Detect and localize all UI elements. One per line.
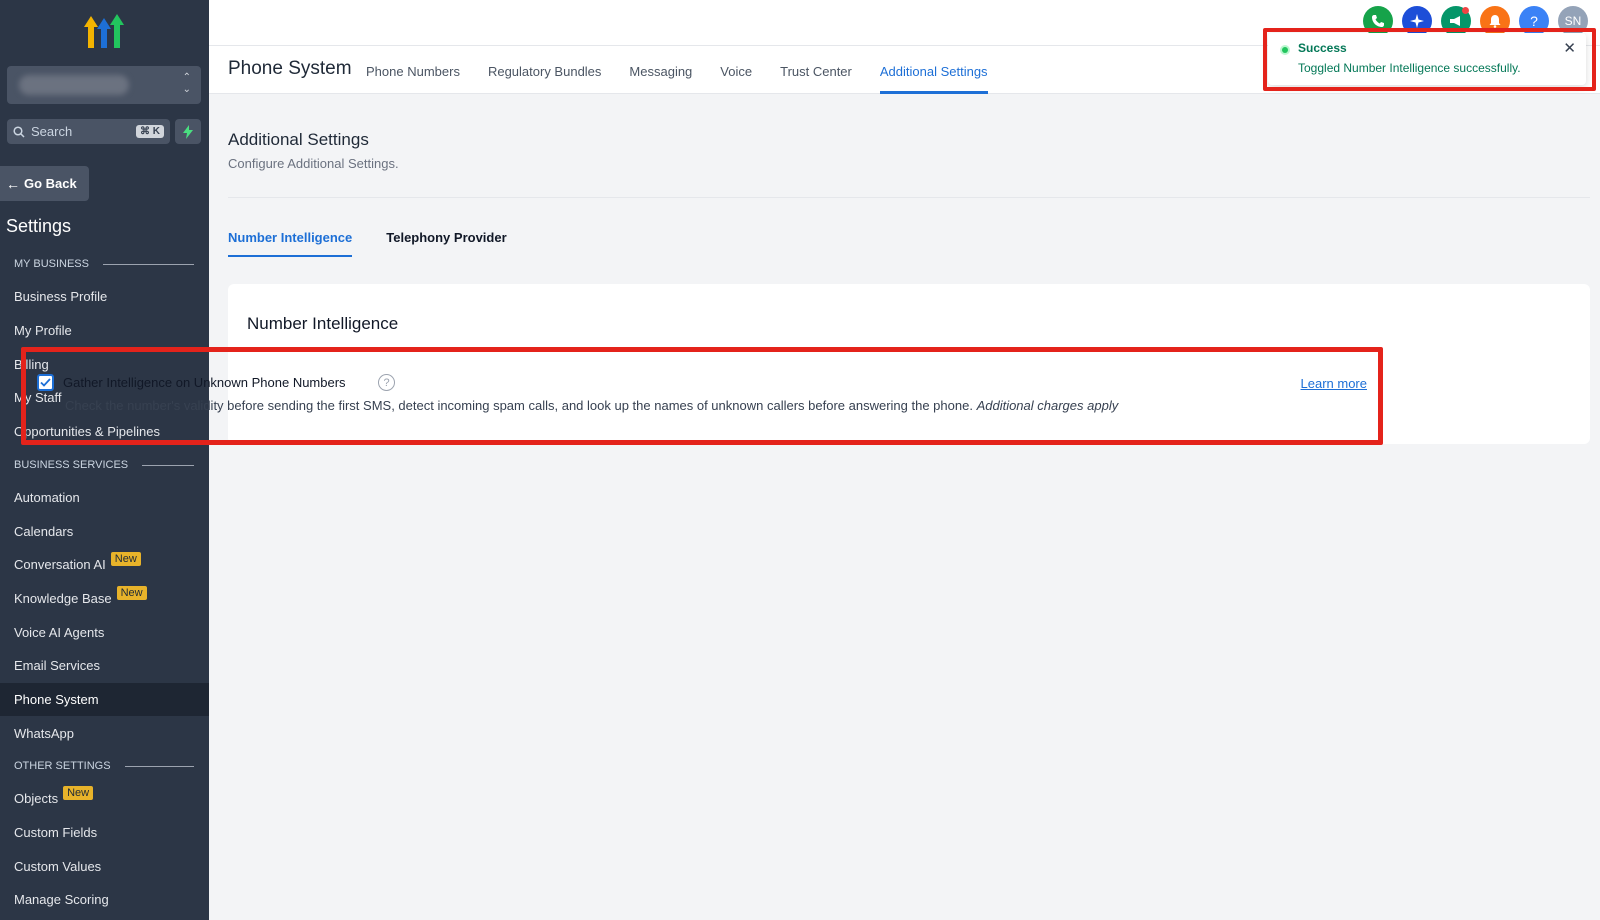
divider	[228, 197, 1590, 198]
avatar-initials: SN	[1564, 14, 1582, 28]
checkmark-icon	[40, 378, 51, 387]
setting-description: Check the number's validity before sendi…	[65, 398, 1118, 413]
sidebar: ⌃ ⌄ Search ⌘ K ← Go Back Settings MY BUSI…	[0, 0, 209, 920]
sidebar-item-label: Calendars	[14, 524, 74, 539]
phone-icon[interactable]	[1363, 6, 1393, 36]
sidebar-title: Settings	[6, 216, 72, 236]
sidebar-item-label: Voice AI Agents	[14, 625, 105, 640]
tab-phone-numbers[interactable]: Phone Numbers	[366, 53, 460, 94]
logo[interactable]	[84, 14, 124, 50]
sidebar-item-business-profile[interactable]: Business Profile	[0, 280, 209, 313]
tab-regulatory-bundles[interactable]: Regulatory Bundles	[488, 53, 601, 94]
tab-additional-settings[interactable]: Additional Settings	[879, 53, 988, 94]
quick-action-button[interactable]	[175, 119, 201, 144]
section-subtitle: Configure Additional Settings.	[228, 156, 399, 171]
section-other-settings: OTHER SETTINGS	[14, 760, 194, 772]
sidebar-item-custom-fields[interactable]: Custom Fields	[0, 816, 209, 849]
sidebar-item-label: Manage Scoring	[14, 892, 109, 907]
sidebar-item-label: Automation	[14, 490, 80, 505]
sidebar-item-phone-system[interactable]: Phone System	[0, 683, 209, 716]
new-badge: New	[116, 585, 147, 600]
help-icon[interactable]: ?	[1519, 6, 1549, 36]
description-text: Check the number's validity before sendi…	[65, 398, 973, 413]
help-label: ?	[1530, 13, 1538, 29]
new-badge: New	[63, 785, 94, 800]
lightning-icon	[183, 124, 193, 139]
section-label: MY BUSINESS	[14, 258, 89, 270]
sidebar-item-my-profile[interactable]: My Profile	[0, 314, 209, 347]
account-switcher[interactable]: ⌃ ⌄	[7, 66, 201, 104]
search-icon	[13, 125, 25, 138]
divider	[124, 765, 194, 767]
section-my-business: MY BUSINESS	[14, 258, 194, 270]
go-back-button[interactable]: ← Go Back	[0, 166, 89, 201]
bell-icon[interactable]	[1480, 6, 1510, 36]
new-badge: New	[110, 551, 141, 566]
divider	[103, 263, 194, 265]
sidebar-item-objects[interactable]: Objects New	[0, 782, 209, 815]
toast-title: Success	[1298, 41, 1347, 55]
gather-intelligence-checkbox[interactable]	[37, 374, 54, 391]
sidebar-item-whatsapp[interactable]: WhatsApp	[0, 717, 209, 750]
tab-messaging[interactable]: Messaging	[629, 53, 692, 94]
sidebar-item-automation[interactable]: Automation	[0, 481, 209, 514]
avatar[interactable]: SN	[1558, 6, 1588, 36]
sidebar-item-label: Objects	[14, 791, 59, 806]
tab-telephony-provider[interactable]: Telephony Provider	[386, 230, 506, 257]
account-name-redacted	[19, 75, 129, 95]
sidebar-item-label: Business Profile	[14, 289, 108, 304]
subtabs: Number Intelligence Telephony Provider	[228, 230, 541, 257]
sidebar-item-knowledge-base[interactable]: Knowledge Base New	[0, 582, 209, 615]
main-content: Additional Settings Configure Additional…	[209, 94, 1600, 920]
divider	[142, 464, 194, 466]
sparkle-icon[interactable]	[1402, 6, 1432, 36]
setting-label: Gather Intelligence on Unknown Phone Num…	[63, 375, 346, 390]
description-note: Additional charges apply	[976, 398, 1119, 413]
section-business-services: BUSINESS SERVICES	[14, 459, 194, 471]
go-back-label: Go Back	[24, 176, 77, 191]
question-icon[interactable]: ?	[378, 374, 395, 391]
sidebar-item-label: WhatsApp	[14, 726, 74, 741]
page-title: Phone System	[228, 58, 352, 79]
sidebar-item-calendars[interactable]: Calendars	[0, 515, 209, 548]
toast-message: Toggled Number Intelligence successfully…	[1298, 61, 1521, 75]
highlight-box	[21, 347, 1383, 445]
sidebar-item-voice-ai-agents[interactable]: Voice AI Agents	[0, 616, 209, 649]
sidebar-item-email-services[interactable]: Email Services	[0, 649, 209, 682]
chevron-up-down-icon: ⌃ ⌄	[182, 72, 191, 95]
success-dot-icon	[1282, 47, 1288, 53]
section-label: OTHER SETTINGS	[14, 760, 111, 772]
tab-voice[interactable]: Voice	[720, 53, 752, 94]
megaphone-icon[interactable]	[1441, 6, 1471, 36]
sidebar-item-label: Conversation AI	[14, 557, 106, 572]
sidebar-item-manage-scoring[interactable]: Manage Scoring	[0, 883, 209, 916]
search-input[interactable]: Search ⌘ K	[7, 119, 170, 144]
search-shortcut: ⌘ K	[136, 125, 164, 138]
sidebar-item-conversation-ai[interactable]: Conversation AI New	[0, 548, 209, 581]
section-label: BUSINESS SERVICES	[14, 459, 129, 471]
card-title: Number Intelligence	[247, 314, 399, 333]
search-placeholder: Search	[31, 124, 73, 139]
sidebar-item-label: Custom Fields	[14, 825, 98, 840]
arrow-left-icon: ←	[6, 175, 20, 192]
sidebar-item-label: Phone System	[14, 692, 99, 707]
sidebar-item-custom-values[interactable]: Custom Values	[0, 850, 209, 883]
close-icon[interactable]: ✕	[1563, 39, 1576, 57]
sidebar-item-label: Email Services	[14, 658, 100, 673]
learn-more-link[interactable]: Learn more	[1301, 376, 1367, 391]
success-toast: Success Toggled Number Intelligence succ…	[1268, 33, 1586, 85]
sidebar-item-label: My Profile	[14, 323, 72, 338]
notification-dot	[1462, 7, 1469, 14]
sidebar-item-label: Knowledge Base	[14, 591, 112, 606]
tab-number-intelligence[interactable]: Number Intelligence	[228, 230, 353, 257]
header-icons: ? SN	[1354, 6, 1588, 36]
tab-trust-center[interactable]: Trust Center	[780, 53, 852, 94]
header-tabs: Phone Numbers Regulatory Bundles Messagi…	[366, 53, 1016, 94]
section-title: Additional Settings	[228, 130, 369, 149]
sidebar-item-label: Custom Values	[14, 859, 102, 874]
